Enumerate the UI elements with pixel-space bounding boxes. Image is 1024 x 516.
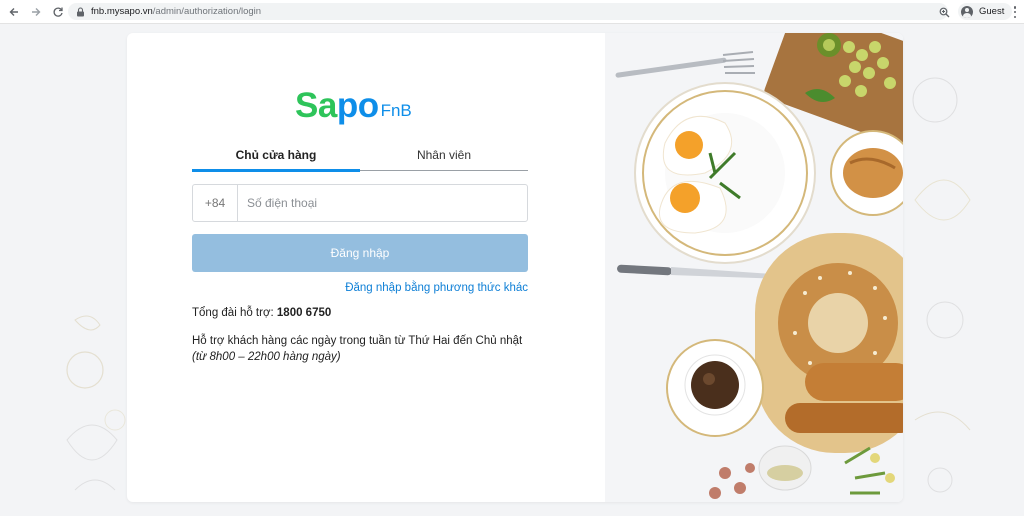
login-tabs: Chủ cửa hàng Nhân viên <box>192 141 528 172</box>
logo-sub: FnB <box>380 101 412 120</box>
more-vertical-icon[interactable] <box>1010 5 1020 19</box>
url-host: fnb.mysapo.vn <box>91 6 153 17</box>
phone-field: +84 <box>192 184 528 222</box>
background-doodle-right <box>912 77 971 493</box>
lock-icon <box>76 6 85 17</box>
avatar-icon <box>961 5 973 18</box>
browser-toolbar: fnb.mysapo.vn/admin/authorization/login … <box>0 0 1024 24</box>
tab-store-owner[interactable]: Chủ cửa hàng <box>192 141 360 172</box>
tab-staff[interactable]: Nhân viên <box>360 141 528 170</box>
login-button[interactable]: Đăng nhập <box>192 234 528 272</box>
hotline-label: Tổng đài hỗ trợ: <box>192 307 277 319</box>
profile-label: Guest <box>979 6 1005 17</box>
sapo-fnb-logo: Sapo FnB <box>295 88 412 123</box>
alternate-login-link[interactable]: Đăng nhập bằng phương thức khác <box>345 282 528 294</box>
hotline-number: 1800 6750 <box>276 307 332 319</box>
reload-icon <box>53 7 63 17</box>
reload-button[interactable] <box>50 4 66 20</box>
arrow-right-icon <box>32 7 41 16</box>
url-path: /admin/authorization/login <box>152 6 262 17</box>
profile-button[interactable]: Guest <box>958 3 1013 20</box>
address-bar[interactable]: fnb.mysapo.vn/admin/authorization/login <box>68 3 948 20</box>
fork <box>615 51 755 78</box>
support-text: Hỗ trợ khách hàng các ngày trong tuần từ… <box>192 335 523 347</box>
logo-wordmark: Sapo <box>295 86 379 125</box>
zoom-icon[interactable] <box>936 4 952 20</box>
hotline-text: Tổng đài hỗ trợ: 1800 6750 <box>192 307 331 319</box>
phone-input[interactable] <box>238 185 527 221</box>
background-doodle-left <box>66 315 126 491</box>
country-code: +84 <box>193 185 238 221</box>
forward-button[interactable] <box>28 4 44 20</box>
food-illustration <box>605 33 903 502</box>
back-button[interactable] <box>6 4 22 20</box>
support-hours: (từ 8h00 – 22h00 hàng ngày) <box>192 351 341 363</box>
arrow-left-icon <box>9 7 18 16</box>
login-card: Sapo FnB Chủ cửa hàng Nhân viên +84 Đăng… <box>127 33 903 502</box>
knife <box>617 264 787 279</box>
